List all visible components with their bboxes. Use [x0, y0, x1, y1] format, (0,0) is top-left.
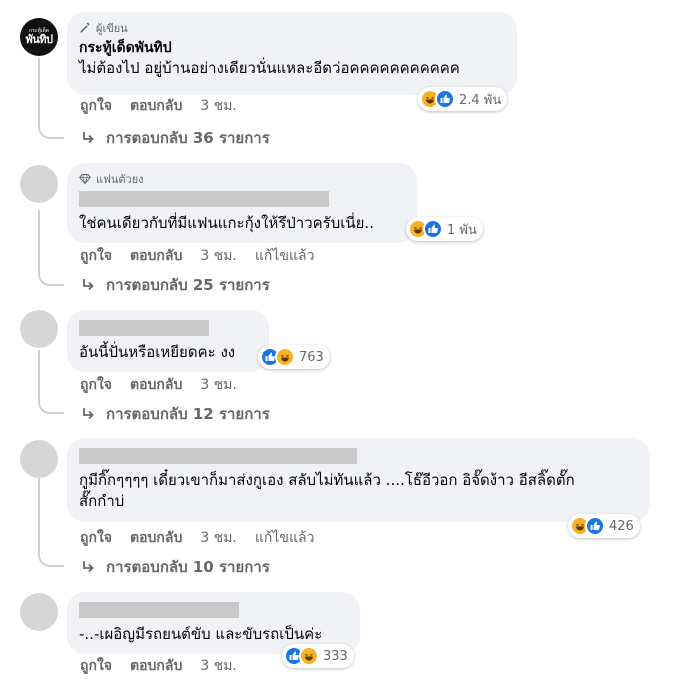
reaction-count: 763	[299, 349, 324, 365]
comment-actions: ถูกใจ ตอบกลับ 3 ชม.	[80, 656, 237, 676]
timestamp[interactable]: 3 ชม.	[200, 655, 237, 677]
view-replies-button[interactable]: การตอบกลับ 36 รายการ	[80, 127, 270, 149]
diamond-icon	[79, 174, 91, 185]
reaction-summary[interactable]: 1 พัน	[406, 217, 483, 241]
comment-author-name[interactable]: กระทู้เด็ดพันทิป	[79, 38, 505, 58]
fan-badge: แฟนตัวยง	[79, 171, 405, 187]
edited-label: แก้ไขแล้ว	[254, 530, 315, 546]
redacted-name	[79, 448, 357, 464]
redacted-name	[79, 602, 239, 618]
haha-reaction-icon	[275, 347, 295, 367]
thread-line	[38, 210, 40, 274]
like-button[interactable]: ถูกใจ	[80, 374, 112, 396]
reply-button[interactable]: ตอบกลับ	[130, 655, 182, 677]
comment-bubble: กูมีกิ๊กๆๆๆๆ เดี๋ยวเขาก็มาส่งกูเอง สลับไ…	[67, 438, 650, 522]
comment-actions: ถูกใจ ตอบกลับ 3 ชม.	[80, 96, 237, 116]
reply-button[interactable]: ตอบกลับ	[130, 95, 182, 117]
reaction-summary[interactable]: 333	[282, 644, 354, 668]
thread-line	[38, 350, 40, 402]
edited-label: แก้ไขแล้ว	[254, 248, 315, 264]
reaction-count: 426	[609, 518, 634, 534]
reaction-summary[interactable]: 2.4 พัน	[418, 87, 508, 111]
timestamp[interactable]: 3 ชม.	[200, 95, 237, 117]
timestamp[interactable]: 3 ชม.	[200, 374, 237, 396]
view-replies-button[interactable]: การตอบกลับ 25 รายการ	[80, 274, 270, 296]
avatar[interactable]	[20, 593, 58, 631]
like-button[interactable]: ถูกใจ	[80, 95, 112, 117]
reaction-count: 333	[323, 648, 348, 664]
like-reaction-icon	[585, 516, 605, 536]
comment-bubble: แฟนตัวยง ใช่คนเดียวกับที่มีแฟนแกะกุ้งให้…	[67, 163, 417, 243]
avatar[interactable]: กระทู้เด็ด พันทิป	[20, 18, 58, 56]
comment-text: -..-เผอิญมีรถยนต์ขับ และขับรถเป็นค่ะ	[79, 625, 323, 643]
comment-text: สั๊กกำบ่	[79, 492, 125, 510]
pencil-icon	[80, 22, 90, 33]
like-reaction-icon	[423, 219, 443, 239]
reaction-summary[interactable]: 426	[568, 514, 640, 538]
like-button[interactable]: ถูกใจ	[80, 655, 112, 677]
reply-button[interactable]: ตอบกลับ	[130, 527, 182, 549]
reply-arrow-icon	[83, 132, 94, 144]
timestamp[interactable]: 3 ชม.	[200, 527, 237, 549]
view-replies-button[interactable]: การตอบกลับ 10 รายการ	[80, 556, 270, 578]
comment-bubble: อันนี้ปั่นหรือเหยียดคะ งง	[67, 310, 269, 372]
avatar[interactable]	[20, 310, 58, 348]
timestamp[interactable]: 3 ชม.	[200, 245, 237, 267]
reply-arrow-icon	[83, 408, 94, 420]
thread-connector	[38, 125, 64, 139]
avatar[interactable]	[20, 440, 58, 478]
author-badge: ผู้เขียน	[79, 20, 505, 36]
avatar[interactable]	[20, 165, 58, 203]
comment-actions: ถูกใจ ตอบกลับ 3 ชม. แก้ไขแล้ว	[80, 246, 314, 266]
reply-button[interactable]: ตอบกลับ	[130, 245, 182, 267]
comment-text: อันนี้ปั่นหรือเหยียดคะ งง	[79, 343, 236, 361]
thread-connector	[38, 553, 64, 567]
thread-connector	[38, 272, 64, 286]
redacted-name	[79, 191, 329, 207]
reaction-count: 2.4 พัน	[459, 92, 502, 108]
like-button[interactable]: ถูกใจ	[80, 527, 112, 549]
thread-line	[38, 58, 40, 128]
like-reaction-icon	[435, 89, 455, 109]
reply-arrow-icon	[83, 561, 94, 573]
reaction-summary[interactable]: 763	[258, 345, 330, 369]
comment-actions: ถูกใจ ตอบกลับ 3 ชม.	[80, 375, 237, 395]
comment-text: กูมีกิ๊กๆๆๆๆ เดี๋ยวเขาก็มาส่งกูเอง สลับไ…	[79, 471, 575, 489]
reply-arrow-icon	[83, 279, 94, 291]
comment-text: ใช่คนเดียวกับที่มีแฟนแกะกุ้งให้รึป่าวครั…	[79, 214, 374, 232]
comment-text: ไม่ต้องไป อยู่บ้านอย่างเดียวนั่นแหละอีดว…	[79, 59, 460, 77]
comment-actions: ถูกใจ ตอบกลับ 3 ชม. แก้ไขแล้ว	[80, 528, 314, 548]
thread-line	[38, 478, 40, 556]
haha-reaction-icon	[299, 646, 319, 666]
like-button[interactable]: ถูกใจ	[80, 245, 112, 267]
thread-connector	[38, 400, 64, 414]
reaction-count: 1 พัน	[447, 222, 477, 238]
redacted-name	[79, 320, 209, 336]
reply-button[interactable]: ตอบกลับ	[130, 374, 182, 396]
view-replies-button[interactable]: การตอบกลับ 12 รายการ	[80, 403, 270, 425]
comment-bubble: ผู้เขียน กระทู้เด็ดพันทิป ไม่ต้องไป อยู่…	[67, 12, 517, 95]
